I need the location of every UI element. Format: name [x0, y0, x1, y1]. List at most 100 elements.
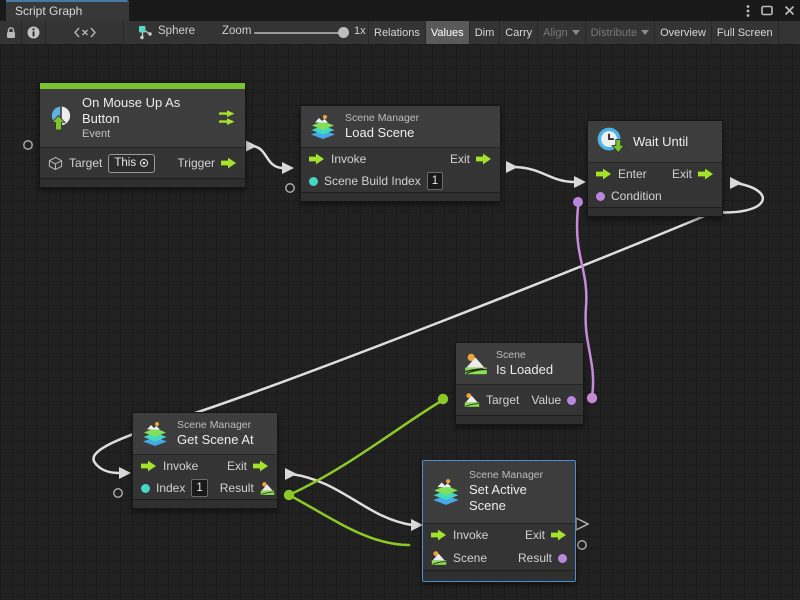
graph-canvas[interactable]: On Mouse Up As Button Event Target This: [0, 44, 800, 600]
relations-button[interactable]: Relations: [369, 21, 426, 44]
result-label: Result: [518, 551, 552, 565]
tab-bar: Script Graph: [0, 0, 800, 21]
flow-arrow-icon[interactable]: [221, 157, 237, 169]
wire-result-to-isloaded: [289, 400, 443, 495]
node-is-loaded[interactable]: Scene Is Loaded Target Value: [455, 342, 584, 425]
result-label: Result: [220, 481, 254, 495]
node-header: Scene Manager Get Scene At: [133, 413, 277, 455]
port-getsceneat-index[interactable]: [114, 489, 122, 497]
carry-button[interactable]: Carry: [500, 21, 538, 44]
script-graph-icon: [138, 25, 153, 40]
wire-result-to-scene: [289, 495, 409, 545]
code-view-button[interactable]: [46, 21, 124, 44]
port-getsceneat-exit-out[interactable]: [285, 468, 297, 480]
port-setactive-exit-out[interactable]: [576, 518, 588, 530]
flow-arrow-icon[interactable]: [698, 168, 714, 180]
zoom-slider-thumb[interactable]: [338, 27, 349, 38]
port-row: Invoke Exit: [301, 148, 500, 170]
port-waituntil-exit-out[interactable]: [730, 177, 742, 189]
node-load-scene[interactable]: Scene Manager Load Scene Invoke Exit Sce…: [300, 105, 501, 202]
port-waituntil-enter-in[interactable]: [574, 176, 586, 188]
maximize-icon[interactable]: [761, 5, 773, 16]
value-port-icon[interactable]: [309, 177, 318, 186]
code-icon: [74, 27, 96, 38]
node-footer: [423, 570, 575, 581]
info-button[interactable]: [22, 21, 46, 44]
node-footer: [588, 207, 722, 216]
values-button[interactable]: Values: [426, 21, 470, 44]
full-screen-button[interactable]: Full Screen: [712, 21, 779, 44]
flow-arrow-icon[interactable]: [141, 460, 157, 472]
port-mouseup-target[interactable]: [24, 141, 32, 149]
node-get-scene-at[interactable]: Scene Manager Get Scene At Invoke Exit I…: [132, 412, 278, 509]
graph-name-label: Sphere: [158, 25, 195, 37]
tab-script-graph[interactable]: Script Graph: [6, 0, 129, 21]
mouse-up-icon: [48, 105, 74, 131]
node-on-mouse-up[interactable]: On Mouse Up As Button Event Target This: [39, 82, 246, 188]
enter-label: Enter: [618, 167, 647, 181]
toolbar-middle: Sphere Zoom 1x: [124, 21, 369, 44]
scene-icon[interactable]: [464, 392, 480, 408]
close-icon[interactable]: [784, 5, 795, 16]
distribute-button[interactable]: Distribute: [586, 21, 655, 44]
lock-button[interactable]: [0, 21, 22, 44]
port-row: Condition: [588, 185, 722, 207]
condition-label: Condition: [611, 189, 662, 203]
coroutine-arrows-icon: [219, 110, 237, 126]
port-loadscene-index[interactable]: [286, 184, 294, 192]
port-row: Scene Result: [423, 547, 575, 570]
port-loadscene-invoke-in[interactable]: [282, 162, 294, 174]
target-value-dropdown[interactable]: This: [108, 154, 155, 173]
graph-toolbar: Sphere Zoom 1x Relations Values Dim Carr…: [0, 21, 800, 45]
zoom-slider-track[interactable]: [254, 32, 344, 34]
node-title: Is Loaded: [496, 362, 553, 378]
exit-label: Exit: [227, 459, 247, 473]
wire-getsceneat-to-setactive: [291, 474, 412, 525]
port-getsceneat-result[interactable]: [284, 490, 294, 500]
invoke-label: Invoke: [163, 459, 198, 473]
node-footer: [40, 178, 245, 187]
target-label: Target: [486, 393, 519, 407]
port-isloaded-value[interactable]: [587, 393, 597, 403]
port-trigger-out[interactable]: [245, 140, 257, 152]
value-port-icon[interactable]: [558, 554, 567, 563]
index-input[interactable]: 1: [191, 479, 207, 497]
node-subtitle: Event: [82, 128, 203, 142]
node-category: Scene: [496, 349, 553, 362]
wire-trigger-to-loadscene: [251, 146, 283, 168]
invoke-label: Invoke: [453, 528, 488, 542]
node-header: Scene Is Loaded: [456, 343, 583, 385]
exit-label: Exit: [525, 528, 545, 542]
value-port-icon[interactable]: [141, 484, 150, 493]
scene-manager-icon: [431, 477, 461, 507]
flow-arrow-icon[interactable]: [476, 153, 492, 165]
port-waituntil-condition[interactable]: [573, 197, 583, 207]
port-getsceneat-invoke-in[interactable]: [119, 467, 131, 479]
node-header: Wait Until: [588, 121, 722, 163]
overview-button[interactable]: Overview: [655, 21, 712, 44]
align-button[interactable]: Align: [538, 21, 585, 44]
lock-icon: [5, 26, 17, 39]
scene-manager-icon: [141, 420, 169, 448]
flow-arrow-icon[interactable]: [309, 153, 325, 165]
node-set-active-scene[interactable]: Scene Manager Set Active Scene Invoke Ex…: [422, 460, 576, 582]
scene-build-index-input[interactable]: 1: [427, 172, 443, 190]
port-isloaded-target[interactable]: [438, 394, 448, 404]
flow-arrow-icon[interactable]: [551, 529, 567, 541]
node-header: Scene Manager Set Active Scene: [423, 461, 575, 524]
scene-icon[interactable]: [431, 550, 447, 566]
value-port-icon[interactable]: [596, 192, 605, 201]
node-wait-until[interactable]: Wait Until Enter Exit Condition: [587, 120, 723, 217]
port-setactive-result[interactable]: [578, 541, 586, 549]
port-loadscene-exit-out[interactable]: [506, 161, 518, 173]
scene-icon[interactable]: [260, 481, 275, 496]
port-row: Invoke Exit: [423, 524, 575, 547]
dim-button[interactable]: Dim: [470, 21, 501, 44]
flow-arrow-icon[interactable]: [253, 460, 269, 472]
menu-dots-icon[interactable]: [746, 4, 750, 18]
node-footer: [456, 415, 583, 424]
node-category: Scene Manager: [177, 419, 254, 432]
flow-arrow-icon[interactable]: [431, 529, 447, 541]
value-port-icon[interactable]: [567, 396, 576, 405]
flow-arrow-icon[interactable]: [596, 168, 612, 180]
